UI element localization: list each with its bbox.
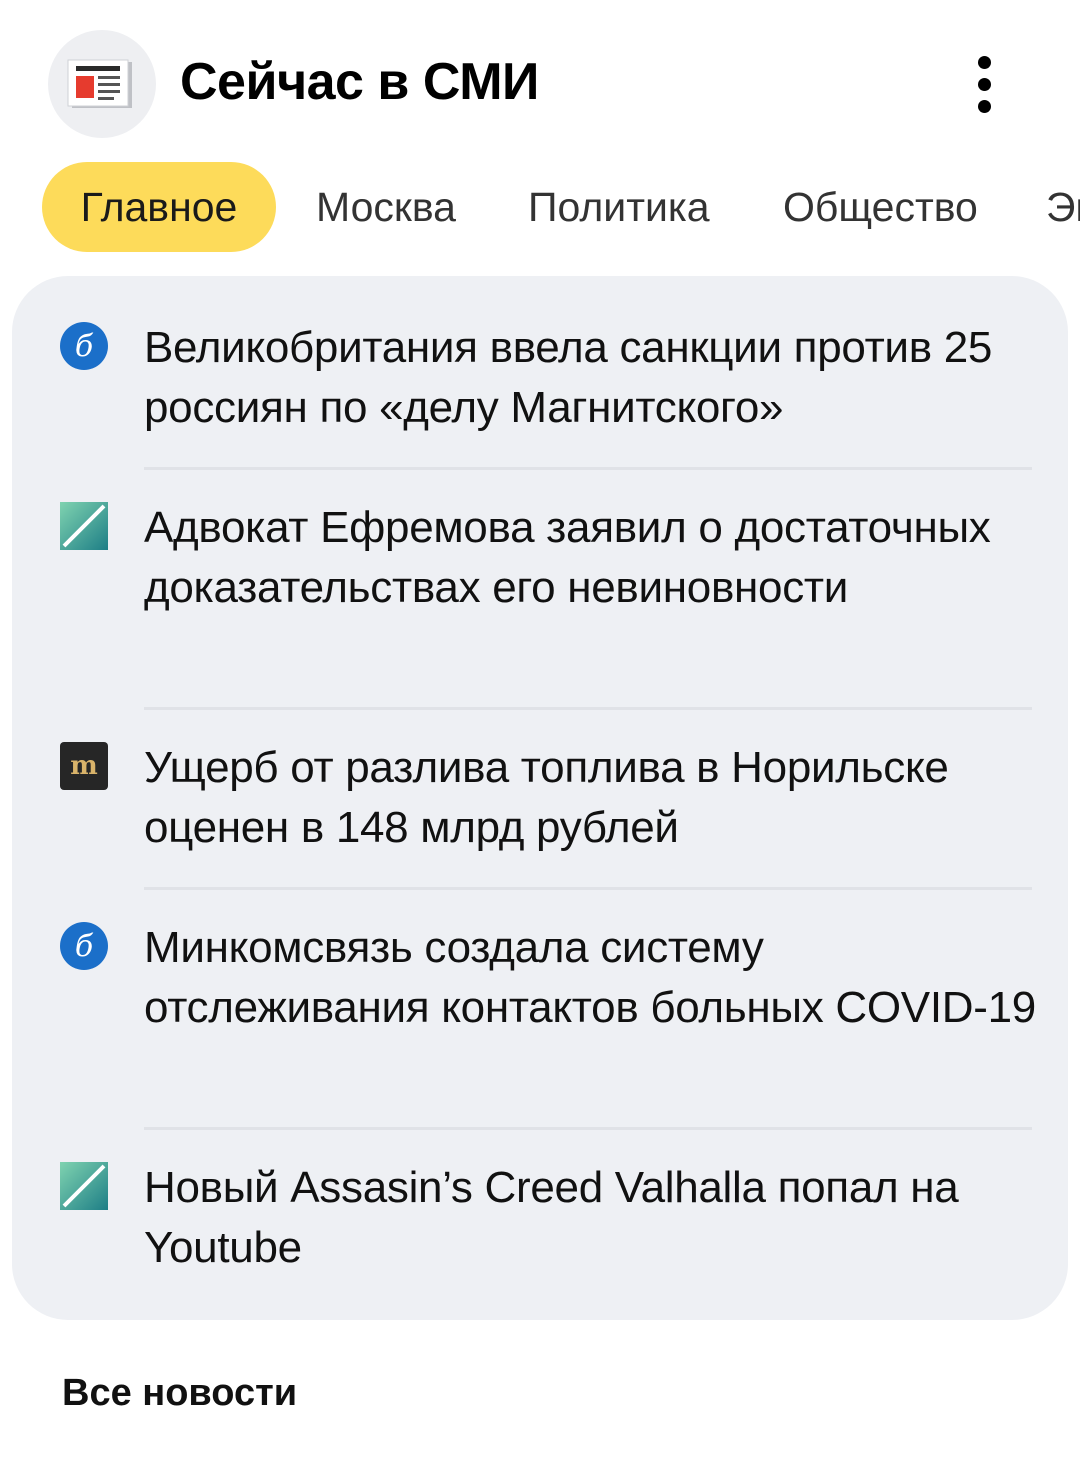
page-title: Сейчас в СМИ bbox=[180, 53, 539, 111]
news-item[interactable]: m Ущерб от разлива топлива в Норильске о… bbox=[12, 738, 1068, 868]
svg-text:б: б bbox=[75, 929, 94, 964]
news-item[interactable]: б Великобритания ввела санкции против 25… bbox=[12, 318, 1068, 448]
tab-politics[interactable]: Политика bbox=[528, 162, 710, 252]
source-blue-circle-icon: б bbox=[60, 922, 108, 970]
tab-moscow[interactable]: Москва bbox=[316, 162, 456, 252]
news-title: Ущерб от разлива топлива в Норильске оце… bbox=[144, 743, 949, 852]
divider bbox=[144, 467, 1032, 470]
divider bbox=[144, 887, 1032, 890]
tab-society[interactable]: Общество bbox=[783, 162, 978, 252]
news-title: Новый Assasin’s Creed Valhalla попал на … bbox=[144, 1163, 959, 1272]
source-green-teal-icon bbox=[60, 502, 108, 550]
source-m-dark-icon: m bbox=[60, 742, 108, 790]
tab-main[interactable]: Главное bbox=[42, 162, 276, 252]
news-item[interactable]: б Минкомсвязь создала систему отслеживан… bbox=[12, 918, 1068, 1108]
divider bbox=[144, 707, 1032, 710]
more-vertical-icon[interactable] bbox=[958, 50, 1012, 118]
all-news-link[interactable]: Все новости bbox=[62, 1366, 297, 1420]
source-green-teal-icon bbox=[60, 1162, 108, 1210]
svg-text:б: б bbox=[75, 329, 94, 364]
header: Сейчас в СМИ bbox=[0, 0, 1080, 160]
news-title: Минкомсвязь создала систему отслеживания… bbox=[144, 923, 1036, 1032]
divider bbox=[144, 1127, 1032, 1130]
newspaper-icon bbox=[48, 30, 156, 138]
news-item[interactable]: Адвокат Ефремова заявил о достаточных до… bbox=[12, 498, 1068, 688]
source-blue-circle-icon: б bbox=[60, 322, 108, 370]
news-item[interactable]: Новый Assasin’s Creed Valhalla попал на … bbox=[12, 1158, 1068, 1288]
category-tabs: Главное Москва Политика Общество Эк bbox=[0, 162, 1080, 252]
news-card: б Великобритания ввела санкции против 25… bbox=[12, 276, 1068, 1320]
news-title: Адвокат Ефремова заявил о достаточных до… bbox=[144, 503, 991, 612]
tab-economy[interactable]: Эк bbox=[1046, 162, 1080, 252]
svg-text:m: m bbox=[70, 751, 98, 781]
news-title: Великобритания ввела санкции против 25 р… bbox=[144, 323, 993, 432]
